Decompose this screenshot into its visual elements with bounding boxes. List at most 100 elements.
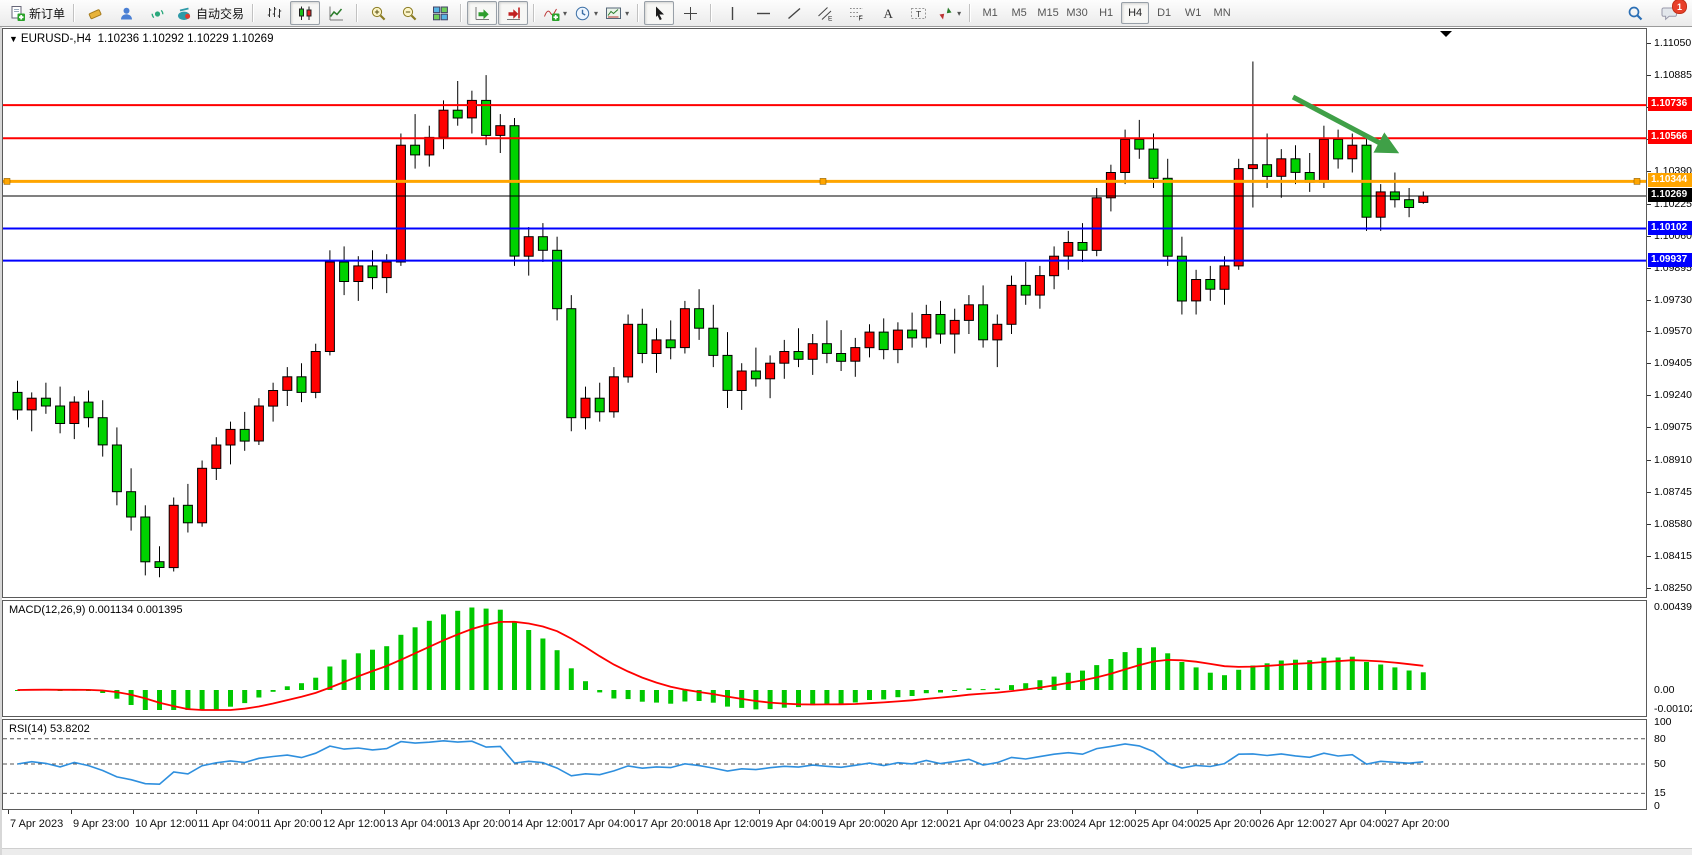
- macd-histogram-bar: [881, 690, 886, 699]
- candlestick-chart-canvas[interactable]: [3, 29, 1646, 597]
- macd-histogram-bar: [1151, 647, 1156, 690]
- date-label: 25 Apr 20:00: [1199, 818, 1261, 830]
- candle: [340, 262, 349, 282]
- candle: [453, 110, 462, 118]
- signals-button[interactable]: [142, 1, 172, 25]
- axis-tick: [1647, 236, 1651, 237]
- rsi-panel[interactable]: RSI(14) 53.8202: [2, 719, 1647, 810]
- date-label: 27 Apr 04:00: [1325, 818, 1387, 830]
- fibo-icon: F: [848, 5, 865, 22]
- timeframe-M15-button[interactable]: M15: [1034, 2, 1062, 24]
- macd-canvas[interactable]: [3, 601, 1646, 716]
- line-handle[interactable]: [4, 178, 10, 184]
- date-label: 27 Apr 20:00: [1387, 818, 1449, 830]
- toolbar-group: ▾ ▾ ▾: [540, 1, 632, 25]
- timeframe-H4-button[interactable]: H4: [1121, 2, 1149, 24]
- candle: [680, 309, 689, 348]
- macd-histogram-bar: [1179, 662, 1184, 690]
- horizontal-line-button[interactable]: [748, 1, 778, 25]
- crosshair-button[interactable]: [675, 1, 705, 25]
- axis-tick: [1647, 492, 1651, 493]
- macd-histogram-bar: [1307, 660, 1312, 690]
- price-tick-label: 1.09405: [1654, 357, 1692, 369]
- macd-histogram-bar: [938, 690, 943, 693]
- line-handle[interactable]: [820, 178, 826, 184]
- candle: [198, 468, 207, 523]
- zoom-in-button[interactable]: [363, 1, 393, 25]
- timeframe-W1-button[interactable]: W1: [1179, 2, 1207, 24]
- notifications-button[interactable]: 1: [1654, 1, 1684, 25]
- dropdown-arrow-icon[interactable]: ▾: [957, 9, 961, 18]
- auto-trading-button[interactable]: 自动交易: [173, 1, 247, 25]
- timeframe-H1-button[interactable]: H1: [1092, 2, 1120, 24]
- macd-histogram-bar: [413, 627, 418, 690]
- candle: [56, 406, 65, 424]
- fibonacci-button[interactable]: F: [841, 1, 871, 25]
- candle: [780, 352, 789, 364]
- community-button[interactable]: [111, 1, 141, 25]
- timeframe-M5-button[interactable]: M5: [1005, 2, 1033, 24]
- axis-tick: [1647, 588, 1651, 589]
- main-chart-panel[interactable]: ▼EURUSD-,H4 1.10236 1.10292 1.10229 1.10…: [2, 28, 1647, 598]
- line-chart-button[interactable]: [321, 1, 351, 25]
- dropdown-arrow-icon[interactable]: ▾: [563, 9, 567, 18]
- auto-scroll-button[interactable]: [467, 1, 497, 25]
- axis-tick: [1647, 556, 1651, 557]
- vertical-line-button[interactable]: [717, 1, 747, 25]
- candle: [1248, 165, 1257, 169]
- deposit-button[interactable]: [80, 1, 110, 25]
- timeframe-M1-button[interactable]: M1: [976, 2, 1004, 24]
- tile-windows-button[interactable]: [425, 1, 455, 25]
- axis-tick: [1647, 300, 1651, 301]
- line-handle[interactable]: [1634, 178, 1640, 184]
- date-tick: [384, 810, 385, 814]
- chart-shift-button[interactable]: [498, 1, 528, 25]
- linechart-icon: [328, 5, 345, 22]
- candle: [1277, 159, 1286, 177]
- macd-histogram-bar: [626, 690, 631, 699]
- candle: [766, 363, 775, 379]
- cursor-button[interactable]: [644, 1, 674, 25]
- dropdown-arrow-icon[interactable]: ▾: [594, 9, 598, 18]
- zoom-out-button[interactable]: [394, 1, 424, 25]
- search-button[interactable]: [1620, 1, 1650, 25]
- date-label: 12 Apr 12:00: [323, 818, 385, 830]
- candle: [609, 377, 618, 412]
- candle: [1092, 198, 1101, 251]
- chart-shift-marker[interactable]: [1440, 31, 1452, 37]
- rsi-canvas[interactable]: [3, 720, 1646, 809]
- timeframe-M30-button[interactable]: M30: [1063, 2, 1091, 24]
- candle: [1234, 169, 1243, 266]
- cursor-icon: [651, 5, 668, 22]
- equidistant-channel-button[interactable]: E: [810, 1, 840, 25]
- trendline-button[interactable]: [779, 1, 809, 25]
- axis-tick: [1647, 75, 1651, 76]
- price-axis[interactable]: 1.110501.108851.107201.105551.103901.102…: [1647, 28, 1692, 837]
- zoomin-icon: [370, 5, 387, 22]
- candlestick-chart-button[interactable]: [290, 1, 320, 25]
- date-axis[interactable]: 7 Apr 20239 Apr 23:0010 Apr 12:0011 Apr …: [2, 810, 1647, 848]
- indicators-button[interactable]: ▾: [540, 1, 570, 25]
- timeframe-MN-button[interactable]: MN: [1208, 2, 1236, 24]
- macd-panel[interactable]: MACD(12,26,9) 0.001134 0.001395: [2, 600, 1647, 717]
- axis-tick: [1647, 363, 1651, 364]
- macd-histogram-bar: [1009, 685, 1014, 690]
- candle: [595, 398, 604, 412]
- new-order-button[interactable]: 新订单: [6, 1, 68, 25]
- collapse-icon[interactable]: ▼: [9, 34, 18, 44]
- dropdown-arrow-icon[interactable]: ▾: [625, 9, 629, 18]
- templates-button[interactable]: ▾: [602, 1, 632, 25]
- price-tick-label: 1.10885: [1654, 69, 1692, 81]
- price-tick-label: 1.08580: [1654, 518, 1692, 530]
- macd-histogram-bar: [583, 681, 588, 690]
- candle: [1263, 165, 1272, 177]
- bar-chart-button[interactable]: [259, 1, 289, 25]
- text-button[interactable]: A: [872, 1, 902, 25]
- vline-icon: [724, 5, 741, 22]
- periods-button[interactable]: ▾: [571, 1, 601, 25]
- toolbar-group: 新订单: [6, 1, 68, 25]
- timeframe-D1-button[interactable]: D1: [1150, 2, 1178, 24]
- macd-histogram-bar: [484, 609, 489, 690]
- text-label-button[interactable]: T: [903, 1, 933, 25]
- arrows-button[interactable]: ▾: [934, 1, 964, 25]
